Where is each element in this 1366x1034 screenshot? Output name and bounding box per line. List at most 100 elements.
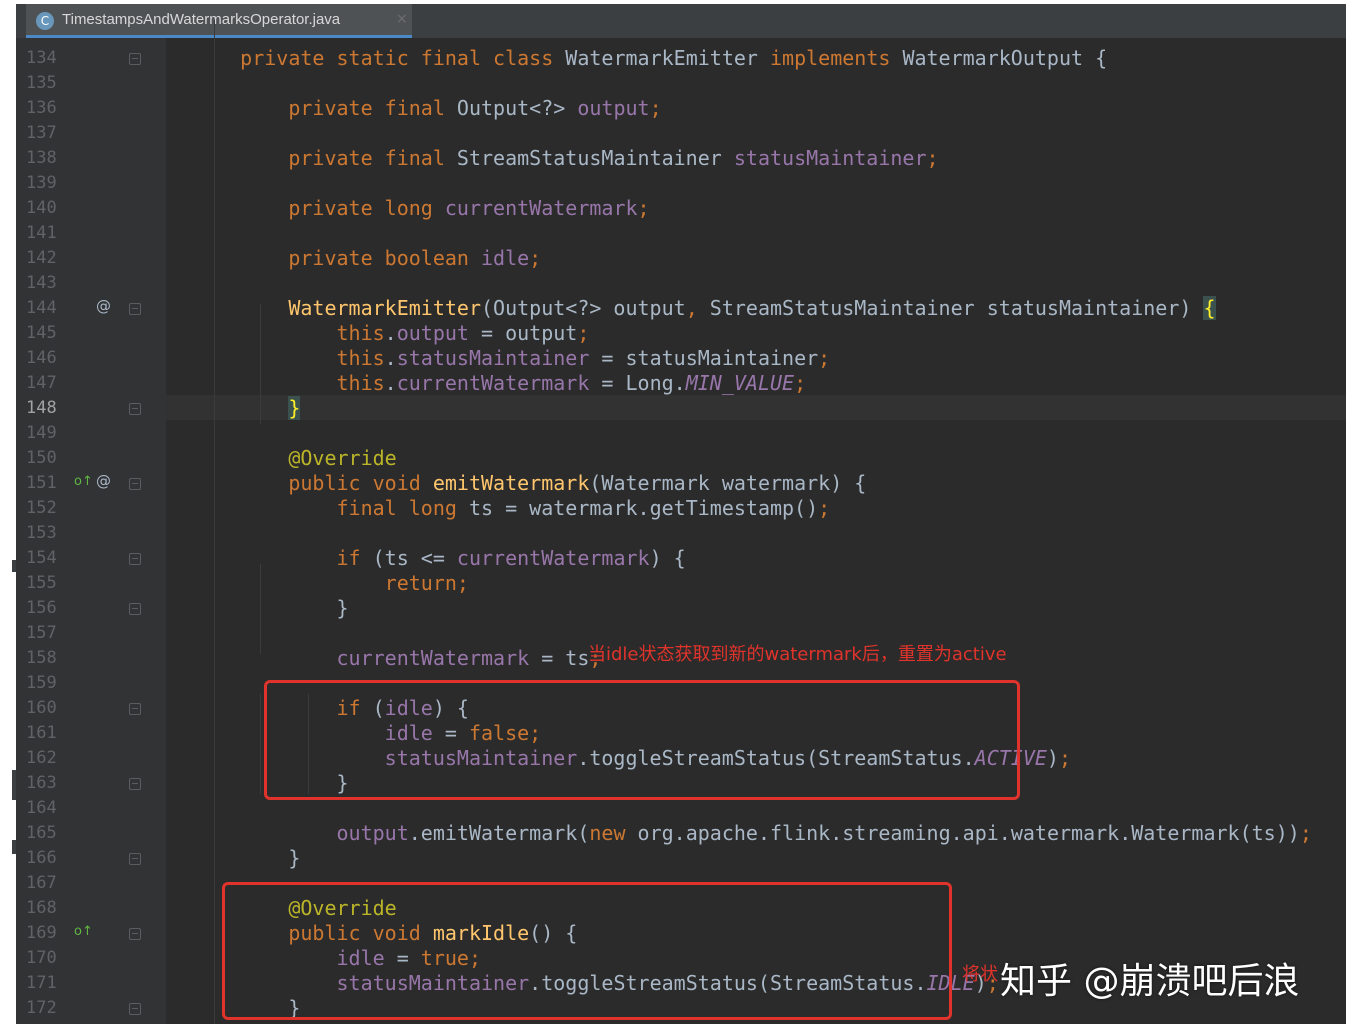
code-line: @Override <box>192 446 397 471</box>
annotation-note-active: 当idle状态获取到新的watermark后，重置为active <box>588 644 1007 665</box>
code-token: idle <box>480 246 530 270</box>
code-token: . <box>384 371 397 395</box>
zhihu-watermark: 知乎 @崩溃吧后浪 <box>1000 961 1300 1002</box>
code-token: final long <box>336 496 469 520</box>
line-number: 152 <box>26 498 57 518</box>
code-token: if <box>336 546 373 570</box>
line-number: 145 <box>26 323 57 343</box>
code-line: final long ts = watermark.getTimestamp()… <box>192 496 831 521</box>
line-number: 165 <box>26 823 57 843</box>
line-number: 153 <box>26 523 57 543</box>
code-token: private final <box>288 96 457 120</box>
code-token: } <box>192 846 301 870</box>
line-number: 135 <box>26 73 57 93</box>
line-number: 171 <box>26 973 57 993</box>
line-number: 139 <box>26 173 57 193</box>
code-token: org.apache.flink.streaming.api.watermark… <box>637 821 1300 845</box>
code-token: ; <box>794 371 807 395</box>
code-token: ; <box>529 246 542 270</box>
implements-at-icon[interactable]: @ <box>96 472 111 490</box>
code-token: MIN_VALUE <box>685 371 795 395</box>
fold-marker-icon[interactable] <box>129 303 141 315</box>
line-number: 158 <box>26 648 57 668</box>
code-line: if (ts <= currentWatermark) { <box>192 546 686 571</box>
code-token: = ts <box>529 646 590 670</box>
code-token: implements <box>769 46 903 70</box>
code-line: } <box>192 846 300 871</box>
fold-marker-icon[interactable] <box>129 53 141 65</box>
fold-marker-icon[interactable] <box>129 553 141 565</box>
code-token: } <box>288 396 301 420</box>
code-line: this.output = output; <box>192 321 590 346</box>
code-token: private final <box>288 146 457 170</box>
code-token: currentWatermark <box>396 371 590 395</box>
code-token: StreamStatusMaintainer <box>456 146 734 170</box>
code-token: .emitWatermark( <box>408 821 590 845</box>
fold-marker-icon[interactable] <box>129 403 141 415</box>
override-method-icon[interactable]: o↑ <box>74 924 93 939</box>
line-number: 172 <box>26 998 57 1018</box>
code-token: private long <box>288 196 445 220</box>
code-token: statusMaintainer <box>396 346 590 370</box>
line-number: 163 <box>26 773 57 793</box>
implements-at-icon[interactable]: @ <box>96 297 111 315</box>
line-number: 166 <box>26 848 57 868</box>
line-number: 150 <box>26 448 57 468</box>
fold-marker-icon[interactable] <box>129 1003 141 1015</box>
code-line: return; <box>192 571 469 596</box>
fold-marker-icon[interactable] <box>129 478 141 490</box>
code-line: this.currentWatermark = Long.MIN_VALUE; <box>192 371 807 396</box>
code-token: (Output<?> output <box>480 296 686 320</box>
code-token: currentWatermark <box>336 646 530 670</box>
code-line: } <box>192 396 301 421</box>
line-number: 137 <box>26 123 57 143</box>
code-token: } <box>192 596 349 620</box>
code-token: ; <box>818 496 831 520</box>
code-line: private final Output<?> output; <box>192 96 661 121</box>
code-line: private final StreamStatusMaintainer sta… <box>192 146 938 171</box>
line-number: 146 <box>26 348 57 368</box>
line-number: 164 <box>26 798 57 818</box>
line-number: 157 <box>26 623 57 643</box>
code-token: this <box>336 371 385 395</box>
fold-marker-icon[interactable] <box>129 928 141 940</box>
line-number: 161 <box>26 723 57 743</box>
editor-tab[interactable]: C TimestampsAndWatermarksOperator.java × <box>26 4 412 38</box>
line-number: 138 <box>26 148 57 168</box>
code-token: ) { <box>649 546 686 570</box>
line-number: 168 <box>26 898 57 918</box>
line-number: 162 <box>26 748 57 768</box>
code-token: ; <box>637 196 650 220</box>
editor-tab-bar: C TimestampsAndWatermarksOperator.java × <box>16 4 1346 39</box>
code-token: private static final class <box>240 46 566 70</box>
code-token: WatermarkOutput { <box>902 46 1108 70</box>
override-method-icon[interactable]: o↑ <box>74 474 93 489</box>
code-token: StreamStatusMaintainer statusMaintainer) <box>709 296 1204 320</box>
fold-marker-icon[interactable] <box>129 778 141 790</box>
fold-marker-icon[interactable] <box>129 603 141 615</box>
code-area[interactable]: private static final class WatermarkEmit… <box>192 20 1346 1024</box>
code-token: @Override <box>288 446 397 470</box>
code-token: = Long. <box>589 371 686 395</box>
line-number: 149 <box>26 423 57 443</box>
fold-marker-icon[interactable] <box>129 703 141 715</box>
code-line: WatermarkEmitter(Output<?> output, Strea… <box>192 296 1216 321</box>
fold-marker-icon[interactable] <box>129 853 141 865</box>
line-number: 170 <box>26 948 57 968</box>
code-token: public void <box>288 471 433 495</box>
code-token: ) <box>1046 746 1059 770</box>
code-token: , <box>685 296 710 320</box>
close-icon[interactable]: × <box>396 11 408 27</box>
line-number: 160 <box>26 698 57 718</box>
code-token: ts = watermark.getTimestamp() <box>468 496 819 520</box>
code-token: ; <box>577 321 590 345</box>
code-token: output <box>396 321 469 345</box>
